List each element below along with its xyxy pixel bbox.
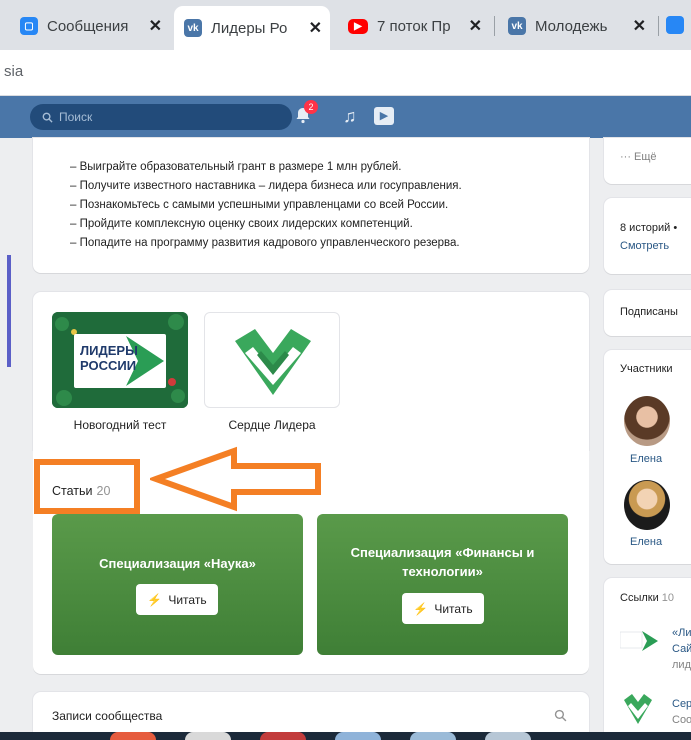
lightning-icon: ⚡ — [147, 592, 163, 607]
stories-label: 8 историй • — [620, 222, 678, 234]
app-name[interactable]: Новогодний тест — [40, 418, 200, 432]
tab-separator — [494, 16, 495, 36]
tab-title: Лидеры Ро — [211, 19, 288, 37]
address-bar[interactable]: sia — [0, 50, 691, 96]
vk-header: Поиск ♫ ▶ — [0, 96, 691, 138]
stories-link[interactable]: Смотреть — [620, 240, 669, 252]
vk-icon: vk — [184, 19, 202, 37]
music-icon[interactable]: ♫ — [343, 106, 357, 126]
member-name[interactable]: Елена — [630, 536, 662, 548]
mail-icon[interactable] — [666, 16, 684, 34]
subscribed-label[interactable]: Подписаны — [620, 306, 678, 318]
article-title: Специализация «Наука» — [99, 556, 256, 571]
article-title: Специализация «Финансы и технологии» — [350, 545, 535, 579]
close-icon[interactable]: ✕ — [469, 16, 482, 36]
bullet-item: – Познакомьтесь с самыми успешными управ… — [70, 199, 449, 211]
tab-leaders[interactable]: vk Лидеры Ро ✕ — [174, 6, 330, 50]
members-label[interactable]: Участники — [620, 363, 673, 375]
arrow-annotation-icon — [150, 446, 321, 512]
taskbar-app-icon[interactable] — [110, 732, 156, 740]
member-name[interactable]: Елена — [630, 453, 662, 465]
links-label[interactable]: Ссылки 10 — [620, 592, 674, 604]
avatar[interactable] — [624, 396, 670, 446]
link-title[interactable]: Сер — [672, 698, 691, 710]
taskbar-app-icon[interactable] — [335, 732, 381, 740]
search-input[interactable]: Поиск — [30, 104, 292, 130]
article-card-finance[interactable]: Специализация «Финансы и технологии» ⚡ Ч… — [317, 514, 568, 655]
tab-separator — [658, 16, 659, 36]
browser-tab-strip: ▢ Сообщения ✕ vk Лидеры Ро ✕ ▶ 7 поток П… — [0, 0, 691, 50]
read-button[interactable]: ⚡ Читать — [136, 584, 218, 615]
link-description: Соо — [672, 714, 691, 726]
leaders-link-logo-icon[interactable] — [620, 628, 660, 654]
taskbar-app-icon[interactable] — [410, 732, 456, 740]
tab-title: Сообщения — [47, 17, 129, 35]
notifications-badge: 2 — [304, 100, 318, 114]
description-bullets: – Выиграйте образовательный грант в разм… — [70, 158, 462, 253]
close-icon[interactable]: ✕ — [309, 18, 322, 38]
highlight-box — [34, 459, 140, 514]
heart-logo-icon — [235, 329, 311, 395]
links-count: 10 — [661, 592, 675, 604]
left-sidebar-accent — [7, 255, 11, 367]
search-placeholder: Поиск — [59, 110, 93, 124]
bullet-item: – Пройдите комплексную оценку своих лиде… — [70, 218, 413, 230]
left-sidebar — [0, 138, 10, 740]
read-button[interactable]: ⚡ Читать — [402, 593, 484, 624]
link-subtitle[interactable]: Сай — [672, 643, 691, 655]
tab-youth[interactable]: vk Молодежь ✕ — [498, 6, 654, 46]
vk-messages-icon: ▢ — [20, 17, 38, 35]
tab-messages[interactable]: ▢ Сообщения ✕ — [10, 6, 170, 46]
video-icon[interactable]: ▶ — [374, 107, 394, 125]
read-button-label: Читать — [434, 601, 473, 616]
more-actions[interactable]: ··· Ещё — [620, 151, 657, 163]
avatar[interactable] — [624, 480, 670, 530]
link-title[interactable]: «Ли — [672, 627, 691, 639]
taskbar-app-icon[interactable] — [185, 732, 231, 740]
tab-youtube[interactable]: ▶ 7 поток Пр ✕ — [338, 6, 490, 46]
read-button-label: Читать — [168, 592, 207, 607]
links-title: Ссылки — [620, 592, 659, 604]
taskbar-app-icon[interactable] — [485, 732, 531, 740]
logo-text-line1: ЛИДЕРЫ — [80, 343, 138, 358]
address-text: sia — [4, 63, 24, 80]
app-tile-new-year-test[interactable]: ЛИДЕРЫ РОССИИ — [52, 312, 188, 408]
article-card-science[interactable]: Специализация «Наука» ⚡ Читать — [52, 514, 303, 655]
heart-link-logo-icon[interactable] — [620, 692, 656, 726]
tab-title: Молодежь — [535, 17, 608, 35]
close-icon[interactable]: ✕ — [633, 16, 646, 36]
app-name[interactable]: Сердце Лидера — [192, 418, 352, 432]
vk-icon: vk — [508, 17, 526, 35]
stories-card — [604, 198, 691, 274]
community-posts-title: Записи сообщества — [52, 709, 163, 723]
tab-title: 7 поток Пр — [377, 17, 451, 35]
more-label: Ещё — [634, 151, 657, 163]
app-tile-heart-of-leader[interactable] — [204, 312, 340, 408]
logo-text-line2: РОССИИ — [80, 358, 137, 373]
link-description: лид — [672, 659, 691, 671]
search-icon[interactable] — [554, 709, 567, 722]
bullet-item: – Попадите на программу развития кадрово… — [70, 237, 460, 249]
bullet-item: – Выиграйте образовательный грант в разм… — [70, 161, 402, 173]
close-icon[interactable]: ✕ — [149, 16, 162, 36]
more-dots-icon: ··· — [620, 151, 635, 163]
search-icon — [42, 112, 53, 123]
lightning-icon: ⚡ — [413, 601, 429, 616]
youtube-icon: ▶ — [348, 18, 368, 34]
taskbar-app-icon[interactable] — [260, 732, 306, 740]
bullet-item: – Получите известного наставника – лидер… — [70, 180, 462, 192]
